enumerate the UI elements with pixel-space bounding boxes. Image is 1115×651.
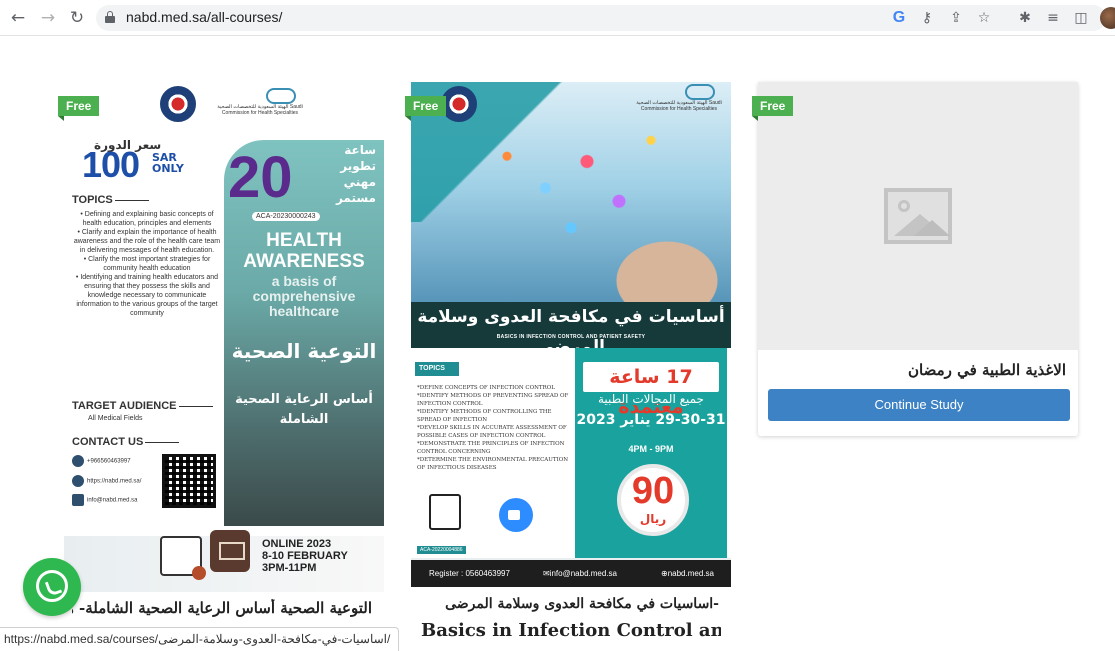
website-line: https://nabd.med.sa/	[72, 475, 141, 487]
course-title-2-ar[interactable]: -اساسيات في مكافحة العدوى وسلامة المرضى	[419, 596, 719, 612]
poster-lower: TOPICS *DEFINE CONCEPTS OF INFECTION CON…	[411, 348, 731, 558]
contact-heading: CONTACT US	[72, 436, 179, 448]
time-text: 4PM - 9PM	[628, 444, 674, 454]
hours-number: 20	[228, 145, 293, 210]
topic-item: Clarify and explain the importance of he…	[72, 228, 222, 255]
price-value: 100	[82, 144, 140, 185]
price-circle: 90 ريال	[617, 464, 689, 536]
scfhs-logo: الهيئة السعودية للتخصصات الصحية Saudi Co…	[633, 84, 725, 114]
whatsapp-small-icon	[72, 455, 84, 467]
online-info: ONLINE 2023 8-10 FEBRUARY 3PM-11PM	[262, 538, 348, 574]
course-title-3[interactable]: الاغذية الطبية في رمضان	[766, 361, 1066, 379]
side-panel-icon[interactable]: ◫	[1072, 9, 1090, 27]
aca-code: ACA-20220004886	[417, 546, 466, 554]
key-icon[interactable]: ⚷	[918, 9, 936, 27]
course-1-poster[interactable]: الهيئة السعودية للتخصصات الصحية Saudi Co…	[64, 82, 384, 592]
hours-box: 17 ساعة معتمدة	[583, 362, 719, 418]
topic-item: Identifying and training health educator…	[72, 273, 222, 318]
topics-list: Defining and explaining basic concepts o…	[72, 210, 222, 318]
phone-line: +966560463997	[72, 455, 131, 467]
course-card-3[interactable]: Free الاغذية الطبية في رمضان Continue St…	[752, 82, 1078, 436]
free-badge: Free	[405, 96, 447, 121]
reading-list-icon[interactable]: ≡	[1044, 9, 1062, 27]
zoom-icon	[499, 498, 533, 532]
certificate-icon	[429, 494, 461, 530]
bookmark-star-icon[interactable]: ☆	[975, 9, 993, 27]
course-2-poster[interactable]: الهيئة السعودية للتخصصات الصحية Saudi Co…	[411, 82, 731, 587]
price-unit: SAR ONLY	[152, 151, 184, 175]
email-line: info@nabd.med.sa	[72, 494, 137, 506]
academy-logo	[160, 86, 196, 122]
image-placeholder-icon	[884, 188, 952, 244]
poster-footer: Register : 0560463997 ✉ info@nabd.med.sa…	[411, 560, 731, 587]
globe-icon	[72, 475, 84, 487]
mail-icon: ✉ info@nabd.med.sa	[543, 569, 617, 578]
qr-code	[162, 454, 216, 508]
continue-study-button[interactable]: Continue Study	[768, 389, 1070, 421]
fields-text: جميع المجالات الطبية	[598, 392, 704, 406]
online-screen-icon	[210, 530, 250, 572]
course-title-1[interactable]: التوعية الصحية أساس الرعاية الصحية الشام…	[72, 599, 372, 617]
hours-label: ساعة تطوير مهني مستمر	[335, 143, 376, 205]
course-3-placeholder[interactable]	[758, 82, 1078, 350]
browser-toolbar: ← → ↻ nabd.med.sa/all-courses/ G ⚷ ⇪ ☆ ✱…	[0, 0, 1115, 36]
academy-logo	[441, 86, 477, 122]
aca-code: ACA-20230000243	[252, 212, 320, 221]
poster-subtitle-ar: أساس الرعاية الصحية الشاملة	[235, 392, 373, 427]
globe-icon: ⊕ nabd.med.sa	[661, 569, 714, 578]
poster-subtitle-en: a basis of comprehensive healthcare	[252, 273, 356, 319]
poster-right-panel: 17 ساعة معتمدة جميع المجالات الطبية 29-3…	[575, 348, 727, 558]
course-title-2-en[interactable]: Basics in Infection Control and	[421, 620, 721, 641]
scfhs-logo: الهيئة السعودية للتخصصات الصحية Saudi Co…	[214, 88, 306, 118]
poster-right-panel: 20 ساعة تطوير مهني مستمر ACA-20230000243…	[224, 140, 384, 526]
audience-text: All Medical Fields	[88, 415, 143, 422]
free-badge: Free	[752, 96, 794, 121]
poster-title-bar: أساسيات في مكافحة العدوى وسلامة المرضى B…	[411, 302, 731, 357]
topic-item: Defining and explaining basic concepts o…	[72, 210, 222, 228]
audience-heading: TARGET AUDIENCE	[72, 400, 213, 412]
free-badge: Free	[58, 96, 100, 121]
course-card-1[interactable]: Free الهيئة السعودية للتخصصات الصحية Sau…	[58, 82, 384, 651]
forward-icon[interactable]: →	[37, 7, 59, 29]
google-lens-icon[interactable]: G	[890, 9, 908, 27]
url-text[interactable]: nabd.med.sa/all-courses/	[126, 9, 282, 25]
mail-icon	[72, 494, 84, 506]
share-icon[interactable]: ⇪	[947, 9, 965, 27]
course-card-2[interactable]: Free الهيئة السعودية للتخصصات الصحية Sau…	[405, 82, 731, 651]
status-url: https://nabd.med.sa/courses/اساسيات-في-م…	[0, 627, 400, 651]
dates-text: 29-30-31 يناير 2023	[576, 412, 726, 428]
topics-list: *DEFINE CONCEPTS OF INFECTION CONTROL *I…	[417, 385, 569, 471]
whatsapp-icon[interactable]	[23, 558, 81, 616]
topics-heading: TOPICS	[72, 194, 149, 206]
certificate-icon	[160, 536, 206, 580]
lock-icon[interactable]	[105, 11, 115, 23]
poster-title-en: HEALTH AWARENESS	[243, 230, 365, 272]
profile-avatar[interactable]	[1100, 7, 1115, 29]
back-icon[interactable]: ←	[7, 7, 29, 29]
topics-tag: TOPICS	[415, 362, 459, 376]
topic-item: Clarify the most important strategies fo…	[72, 255, 222, 273]
reload-icon[interactable]: ↻	[66, 7, 88, 29]
extensions-icon[interactable]: ✱	[1016, 9, 1034, 27]
poster-title-ar: التوعية الصحية	[231, 339, 377, 363]
